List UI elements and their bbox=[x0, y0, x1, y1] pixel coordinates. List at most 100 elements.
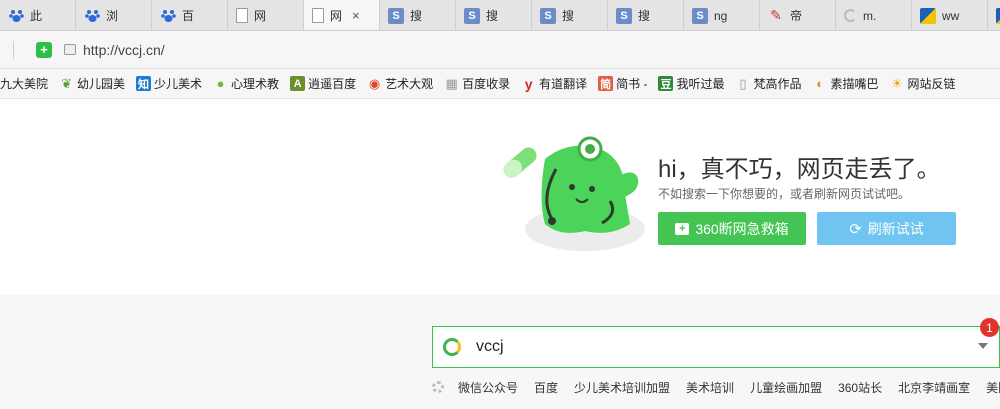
bookmark-item[interactable]: y 有道翻译 bbox=[521, 75, 587, 92]
toolbar-divider bbox=[13, 40, 14, 59]
page-icon bbox=[236, 8, 248, 23]
weibo-icon: ◉ bbox=[368, 75, 381, 91]
A-icon: A bbox=[290, 76, 306, 91]
tab-12[interactable]: ww bbox=[912, 0, 988, 30]
hot-link[interactable]: 美院 bbox=[986, 379, 1000, 396]
tab-5[interactable]: S搜 bbox=[380, 0, 456, 30]
hot-link[interactable]: 美术培训 bbox=[686, 379, 734, 396]
bookmark-label: 艺术大观 bbox=[385, 77, 434, 91]
search-input[interactable]: vccj bbox=[476, 338, 504, 356]
bookmark-item[interactable]: A 逍遥百度 bbox=[290, 75, 356, 92]
sogou-s-icon: S bbox=[692, 7, 708, 24]
page-icon bbox=[312, 7, 324, 23]
address-bar: + http://vccj.cn/ bbox=[0, 31, 1000, 69]
hot-link[interactable]: 微信公众号 bbox=[458, 379, 518, 396]
bookmark-item[interactable]: ▯ 梵高作品 bbox=[735, 75, 801, 92]
sogou-s-icon: S bbox=[388, 7, 404, 24]
tab-label: 此 bbox=[30, 9, 43, 23]
hot-link[interactable]: 少儿美术培训加盟 bbox=[574, 379, 670, 396]
tab-label: ng bbox=[714, 8, 728, 23]
lock-icon bbox=[64, 44, 76, 55]
security-shield-icon[interactable]: + bbox=[36, 41, 52, 58]
tab-13[interactable]: ww bbox=[988, 0, 1000, 30]
tab-2[interactable]: 百 bbox=[152, 0, 228, 30]
tab-8[interactable]: S搜 bbox=[608, 0, 684, 30]
bookmark-item[interactable]: 简简书 - bbox=[598, 75, 647, 92]
tab-7[interactable]: S搜 bbox=[532, 0, 608, 30]
tab-6[interactable]: S搜 bbox=[456, 0, 532, 30]
baidu-paw-icon bbox=[8, 8, 24, 24]
bookmark-item[interactable]: ◐ 素描嘴巴 bbox=[813, 75, 879, 92]
bookmark-label: 少儿美术 bbox=[154, 77, 203, 91]
tab-label: 网 bbox=[254, 9, 267, 23]
refresh-button[interactable]: ⟳ 刷新试试 bbox=[817, 212, 956, 245]
bookmark-label: 心理术教 bbox=[231, 77, 280, 91]
tab-label: 百 bbox=[182, 9, 195, 23]
search-engine-logo-icon[interactable] bbox=[443, 338, 461, 356]
error-subtitle: 不如搜索一下你想要的，或者刷新网页试试吧。 bbox=[658, 187, 911, 201]
bookmark-label: 素描嘴巴 bbox=[830, 77, 879, 91]
hot-link[interactable]: 儿童绘画加盟 bbox=[750, 379, 822, 396]
leaf-icon: ❦ bbox=[61, 75, 72, 91]
dou-icon: 豆 bbox=[658, 76, 674, 91]
bookmark-label: 梵高作品 bbox=[753, 77, 802, 91]
bookmark-item[interactable]: ● 心理术教 bbox=[213, 75, 279, 92]
loading-spinner-icon bbox=[844, 9, 857, 22]
sogou-s-icon: S bbox=[464, 7, 480, 24]
page-icon: ▯ bbox=[739, 75, 747, 91]
tab-strip: 此浏百网网×S搜S搜S搜S搜Sng✎帝m.wwww bbox=[0, 0, 1000, 31]
c-icon: ◐ bbox=[816, 76, 824, 91]
zhi-icon: 知 bbox=[136, 76, 152, 91]
bookmarks-bar: 九大美院 ❦ 幼儿园美知少儿美术 ● 心理术教 A 逍遥百度 ◉ 艺术大观 ▦ 百度收录 y 有道翻译简… bbox=[0, 69, 1000, 99]
bookmark-item[interactable]: ☀ 网站反链 bbox=[890, 75, 956, 92]
bookmark-label: 我听过最 bbox=[676, 77, 725, 91]
bookmark-label: 百度收录 bbox=[462, 77, 511, 91]
sogou-s-icon: S bbox=[540, 7, 556, 24]
tab-10[interactable]: ✎ 帝 bbox=[760, 0, 836, 30]
tab-label: 帝 bbox=[790, 9, 803, 23]
search-box[interactable]: vccj bbox=[432, 326, 1000, 368]
bookmark-item[interactable]: 豆我听过最 bbox=[658, 75, 724, 92]
tab-1[interactable]: 浏 bbox=[76, 0, 152, 30]
hot-link[interactable]: 北京李靖画室 bbox=[898, 379, 970, 396]
tab-4[interactable]: 网 × bbox=[304, 0, 380, 30]
tab-label: 浏 bbox=[106, 9, 119, 23]
medkit-icon: + bbox=[675, 222, 690, 235]
url-field[interactable]: http://vccj.cn/ bbox=[83, 42, 165, 58]
network-rescue-button[interactable]: + 360断网急救箱 bbox=[658, 212, 806, 245]
bookmark-item[interactable]: ▦ 百度收录 bbox=[444, 75, 510, 92]
site-logo-icon bbox=[996, 7, 1000, 24]
tab-label: 搜 bbox=[486, 9, 499, 23]
tab-11[interactable]: m. bbox=[836, 0, 912, 30]
hot-link[interactable]: 360站长 bbox=[838, 379, 882, 396]
red-feather-icon: ✎ bbox=[770, 7, 782, 23]
tab-0[interactable]: 此 bbox=[0, 0, 76, 30]
tab-3[interactable]: 网 bbox=[228, 0, 304, 30]
bookmark-item[interactable]: ❦ 幼儿园美 bbox=[59, 75, 125, 92]
hot-links: 微信公众号百度少儿美术培训加盟美术培训儿童绘画加盟 360站长北京李靖画室美院 bbox=[432, 377, 1000, 397]
bookmark-item[interactable]: 知少儿美术 bbox=[136, 75, 202, 92]
tab-9[interactable]: Sng bbox=[684, 0, 760, 30]
bookmark-label: 网站反链 bbox=[907, 77, 956, 91]
tab-label: 搜 bbox=[638, 9, 651, 23]
tab-label: ww bbox=[942, 8, 960, 23]
chevron-down-icon[interactable] bbox=[978, 343, 988, 349]
bookmark-item[interactable]: ◉ 艺术大观 bbox=[367, 75, 433, 92]
error-title: hi，真不巧，网页走丢了。 bbox=[658, 156, 941, 183]
bookmark-label: 九大美院 bbox=[0, 77, 49, 91]
hot-link[interactable]: 百度 bbox=[534, 379, 558, 396]
sogou-s-icon: S bbox=[616, 7, 632, 24]
gear-icon[interactable] bbox=[432, 381, 444, 393]
jian-icon: 简 bbox=[598, 76, 614, 91]
bookmark-label: 逍遥百度 bbox=[308, 77, 357, 91]
close-icon[interactable]: × bbox=[352, 8, 360, 23]
site-logo-icon bbox=[920, 7, 936, 24]
tab-label: 搜 bbox=[410, 9, 423, 23]
y-icon: y bbox=[524, 75, 533, 92]
tab-label: m. bbox=[863, 8, 877, 23]
bookmark-item[interactable]: 九大美院 bbox=[0, 75, 48, 92]
bookmark-label: 简书 - bbox=[616, 77, 648, 91]
tab-label: 网 bbox=[330, 8, 343, 23]
refresh-icon: ⟳ bbox=[849, 220, 862, 238]
bookmark-label: 有道翻译 bbox=[539, 77, 588, 91]
